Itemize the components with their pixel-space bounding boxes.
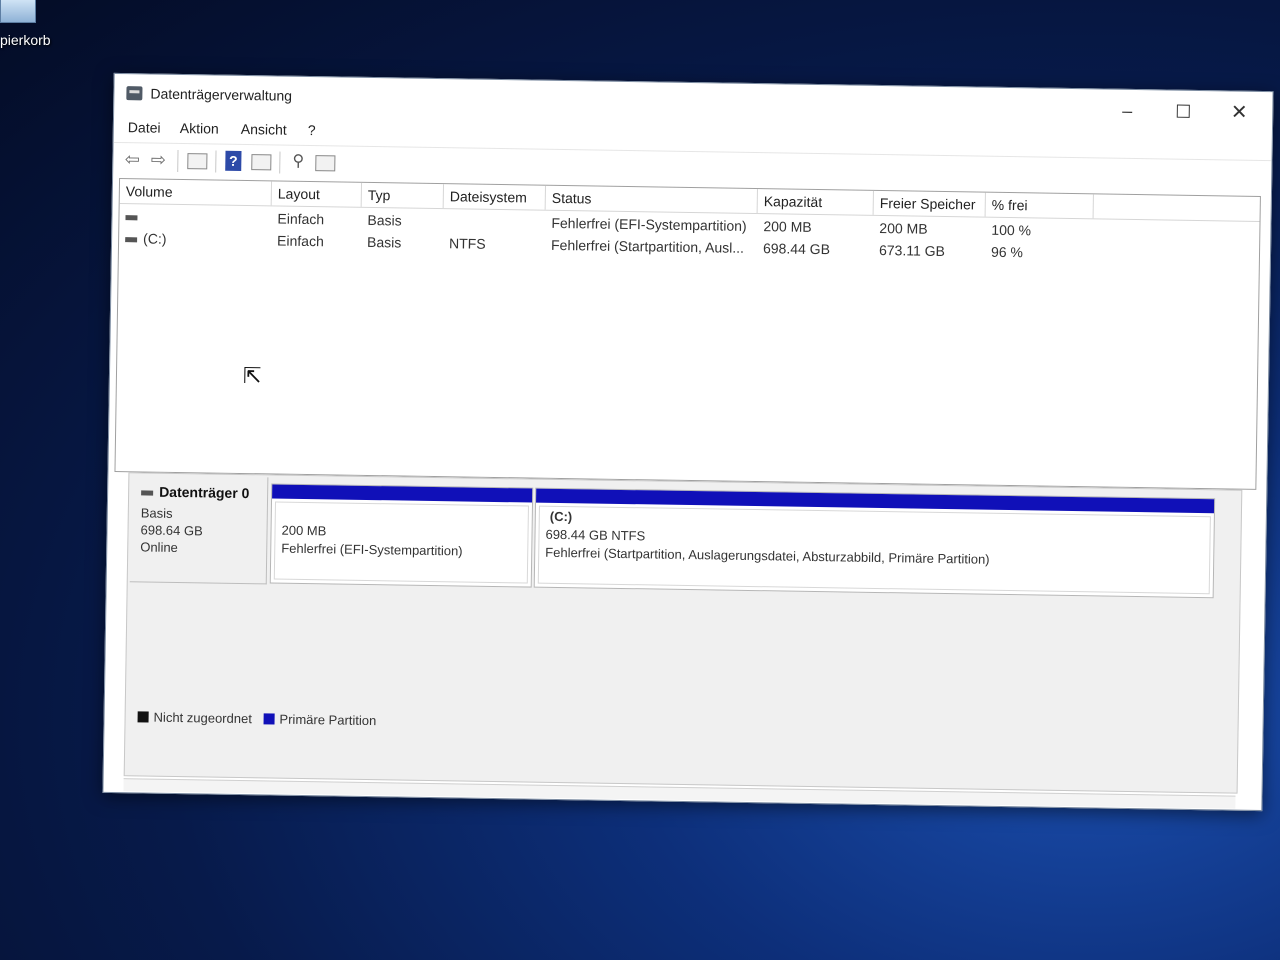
- volume-list[interactable]: Volume Layout Typ Dateisystem Status Kap…: [114, 178, 1261, 490]
- toolbar-separator: [177, 149, 179, 172]
- cell-free: 200 MB: [879, 219, 928, 237]
- cell-percent-free: 100 %: [991, 221, 1032, 239]
- partition-c[interactable]: (C:) 698.44 GB NTFS Fehlerfrei (Startpar…: [533, 487, 1216, 599]
- menu-help[interactable]: ?: [308, 122, 316, 138]
- disk-management-icon: [126, 86, 143, 101]
- minimize-button[interactable]: –: [1104, 97, 1150, 126]
- column-header-volume[interactable]: Volume: [119, 179, 273, 206]
- console-tree-icon[interactable]: [187, 153, 208, 170]
- cell-volume: (C:): [125, 227, 271, 251]
- cell-free: 673.11 GB: [878, 241, 946, 260]
- recycle-bin-icon: [0, 0, 36, 23]
- recycle-bin-label: pierkorb: [0, 32, 51, 48]
- menu-aktion[interactable]: Aktion: [180, 120, 219, 137]
- cell-layout: Einfach: [277, 210, 325, 228]
- legend-swatch-unallocated: [137, 711, 149, 723]
- partition-size: 698.44 GB NTFS: [545, 526, 646, 544]
- cell-status: Fehlerfrei (Startpartition, Ausl...: [550, 236, 745, 256]
- legend-item-unallocated: Nicht zugeordnet: [137, 709, 252, 726]
- partition-body: 200 MB Fehlerfrei (EFI-Systempartition): [273, 501, 529, 584]
- cell-layout: Einfach: [276, 232, 324, 250]
- help-icon[interactable]: ?: [225, 150, 242, 171]
- column-header-layout[interactable]: Layout: [271, 181, 363, 207]
- connect-icon[interactable]: ⚲: [287, 152, 309, 172]
- column-header-percent-free[interactable]: % frei: [985, 192, 1094, 219]
- partition-efi[interactable]: 200 MB Fehlerfrei (EFI-Systempartition): [269, 483, 534, 588]
- menu-ansicht[interactable]: Ansicht: [241, 121, 287, 138]
- cell-filesystem: [449, 210, 545, 234]
- properties-icon[interactable]: [251, 154, 272, 171]
- disk-size: 698.64 GB: [140, 522, 203, 539]
- cell-percent-free: 96 %: [990, 243, 1024, 261]
- column-header-capacity[interactable]: Kapazität: [757, 189, 874, 215]
- partition-status: Fehlerfrei (EFI-Systempartition): [281, 540, 463, 559]
- back-arrow-icon[interactable]: ⇦: [121, 149, 143, 169]
- drive-icon: [125, 236, 138, 243]
- disk-info[interactable]: Datenträger 0 Basis 698.64 GB Online: [129, 475, 269, 585]
- legend-swatch-primary: [263, 713, 275, 725]
- close-button[interactable]: ✕: [1216, 99, 1262, 128]
- disk-name: Datenträger 0: [141, 483, 250, 501]
- disk-management-window: Datenträgerverwaltung – ☐ ✕ Datei Aktion…: [102, 72, 1274, 812]
- cell-volume: [125, 205, 271, 229]
- column-header-filesystem[interactable]: Dateisystem: [443, 184, 547, 210]
- cell-capacity: 698.44 GB: [762, 240, 831, 258]
- mouse-cursor-icon: ⇱: [242, 363, 262, 389]
- legend-item-primary: Primäre Partition: [263, 711, 376, 728]
- partition-label: (C:): [549, 508, 573, 525]
- cell-type: Basis: [367, 211, 402, 229]
- column-header-type[interactable]: Typ: [361, 182, 445, 209]
- cell-filesystem: NTFS: [448, 235, 486, 252]
- toolbar-separator: [279, 151, 281, 174]
- disk-type: Basis: [140, 505, 173, 521]
- maximize-button[interactable]: ☐: [1160, 98, 1206, 127]
- drive-icon: [125, 214, 138, 221]
- disk-drive-icon: [141, 490, 154, 496]
- cell-type: Basis: [366, 233, 402, 251]
- settings-icon[interactable]: [315, 155, 336, 172]
- partition-size: 200 MB: [281, 522, 327, 539]
- disk-map-pane: Datenträger 0 Basis 698.64 GB Online 200…: [123, 472, 1243, 794]
- primary-partition-bar: [272, 484, 533, 503]
- window-title: Datenträgerverwaltung: [150, 85, 293, 104]
- menu-datei[interactable]: Datei: [128, 119, 161, 136]
- cell-capacity: 200 MB: [763, 218, 812, 235]
- column-header-status[interactable]: Status: [545, 185, 758, 214]
- recycle-bin-shortcut[interactable]: pierkorb: [0, 0, 60, 60]
- column-header-free[interactable]: Freier Speicher: [873, 190, 986, 217]
- forward-arrow-icon[interactable]: ⇨: [147, 149, 169, 170]
- cell-status: Fehlerfrei (EFI-Systempartition): [551, 214, 747, 234]
- partition-status: Fehlerfrei (Startpartition, Auslagerungs…: [545, 544, 990, 567]
- toolbar-separator: [215, 150, 217, 173]
- legend: Nicht zugeordnet Primäre Partition: [137, 709, 384, 728]
- disk-state: Online: [140, 539, 178, 555]
- partition-body: (C:) 698.44 GB NTFS Fehlerfrei (Startpar…: [537, 505, 1211, 595]
